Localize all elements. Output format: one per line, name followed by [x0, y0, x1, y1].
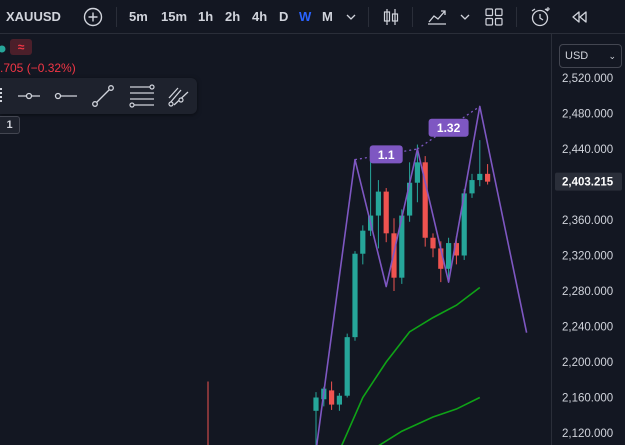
price-tick-label: 2,480.000 [562, 109, 613, 121]
candle-body [430, 237, 436, 249]
price-tick-label: 2,200.000 [562, 357, 613, 369]
candle-body [352, 253, 358, 338]
interval-4h[interactable]: 4h [252, 0, 267, 34]
candle-body [344, 337, 350, 396]
pitchfork-icon[interactable] [166, 84, 192, 108]
top-toolbar: XAUUSD 5m 15m 1h 2h 4h D W M [0, 0, 625, 34]
moving-average-line [378, 396, 481, 445]
pattern-ratio-label: 1.1 [378, 148, 395, 162]
drawing-toolbar [0, 78, 197, 114]
moving-average-line [341, 286, 481, 445]
object-count-badge[interactable]: 1 [0, 116, 20, 134]
interval-2h[interactable]: 2h [225, 0, 240, 34]
price-tick-label: 2,280.000 [562, 286, 613, 298]
price-tick-label: 2,360.000 [562, 215, 613, 227]
indicators-icon[interactable] [425, 6, 449, 28]
interval-5m[interactable]: 5m [129, 0, 148, 34]
price-tick-label: 2,120.000 [562, 428, 613, 440]
candle-body [407, 182, 413, 216]
chevron-down-icon[interactable] [457, 6, 473, 28]
candle-body [446, 243, 452, 269]
candle-body [375, 191, 381, 216]
price-tick-label: 2,160.000 [562, 393, 613, 405]
chevron-down-icon[interactable] [343, 6, 359, 28]
fib-retracement-icon[interactable] [128, 84, 156, 108]
layout-icon[interactable] [483, 6, 505, 28]
trend-line-icon[interactable] [90, 84, 116, 108]
candle-body [469, 180, 475, 194]
candle-body [360, 230, 366, 254]
alert-clock-icon[interactable] [528, 6, 552, 28]
current-price-label: 2,403.215 [562, 177, 614, 189]
candle-body [477, 173, 483, 181]
price-tick-label: 2,520.000 [562, 73, 613, 85]
candle-body [329, 390, 335, 405]
interval-d[interactable]: D [279, 0, 288, 34]
price-tick-label: 2,240.000 [562, 322, 613, 334]
replay-icon[interactable] [568, 6, 590, 28]
horizontal-line-icon[interactable] [53, 84, 79, 108]
toolbar-divider [412, 7, 413, 27]
candle-body [336, 395, 342, 405]
toolbar-divider [516, 7, 517, 27]
candle-body [414, 162, 420, 183]
horizontal-ray-icon[interactable] [16, 84, 42, 108]
add-symbol-icon[interactable] [82, 6, 104, 28]
symbol-name[interactable]: XAUUSD [6, 0, 61, 34]
candles-icon[interactable] [380, 6, 402, 28]
interval-1h[interactable]: 1h [198, 0, 213, 34]
candle-body [313, 397, 319, 411]
interval-15m[interactable]: 15m [161, 0, 187, 34]
candle-body [485, 173, 491, 182]
interval-w[interactable]: W [299, 0, 311, 34]
price-tick-label: 2,320.000 [562, 251, 613, 263]
drag-handle-icon[interactable] [0, 84, 8, 108]
pattern-ratio-label: 1.32 [437, 121, 461, 135]
interval-m[interactable]: M [322, 0, 333, 34]
toolbar-divider [116, 7, 117, 27]
toolbar-divider [368, 7, 369, 27]
candle-body [383, 191, 389, 234]
price-tick-label: 2,440.000 [562, 144, 613, 156]
